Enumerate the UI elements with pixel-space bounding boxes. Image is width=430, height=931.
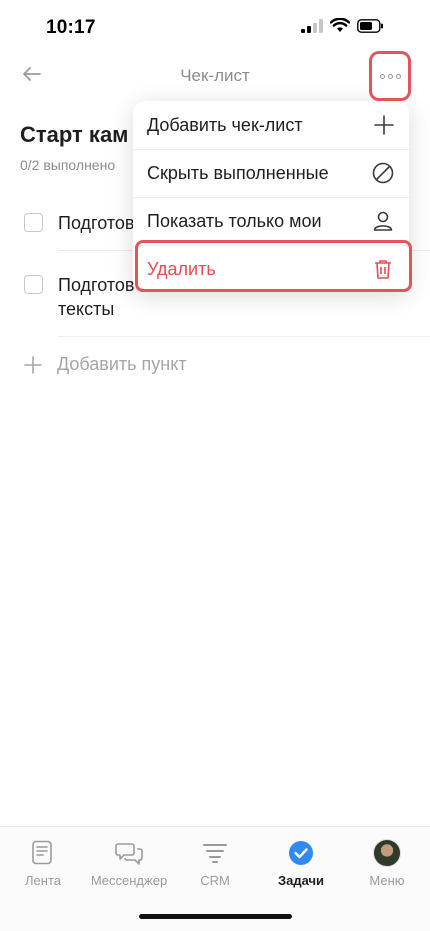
plus-icon — [24, 355, 42, 374]
wifi-icon — [330, 18, 350, 32]
user-icon — [373, 211, 393, 231]
tab-messenger[interactable]: Мессенджер — [86, 839, 172, 888]
status-icons — [301, 18, 384, 33]
checklist-title: Старт кам — [20, 122, 129, 147]
tab-label: Мессенджер — [90, 873, 168, 888]
tab-feed[interactable]: Лента — [0, 839, 86, 888]
menu-item-add-checklist[interactable]: Добавить чек-лист — [133, 101, 409, 149]
context-menu: Добавить чек-лист Скрыть выполненные Пок… — [133, 101, 409, 292]
more-button[interactable] — [369, 51, 411, 101]
tab-label: Меню — [369, 873, 405, 888]
messenger-icon — [115, 843, 143, 865]
nav-header: Чек-лист — [0, 56, 430, 96]
avatar — [373, 839, 401, 867]
menu-item-label: Скрыть выполненные — [147, 162, 329, 183]
trash-icon — [375, 260, 391, 279]
checkbox[interactable] — [24, 275, 43, 294]
status-time: 10:17 — [46, 17, 96, 38]
feed-icon — [32, 840, 52, 865]
menu-item-delete[interactable]: Удалить — [133, 245, 409, 293]
checklist-progress: 0/2 выполнено — [20, 157, 116, 173]
page-title: Чек-лист — [180, 66, 250, 85]
hide-icon — [372, 162, 394, 184]
add-item-label: Добавить пункт — [57, 354, 187, 374]
tasks-icon — [289, 841, 313, 865]
tab-label: CRM — [200, 873, 230, 888]
tab-label: Лента — [25, 873, 61, 888]
battery-icon — [357, 18, 383, 33]
plus-icon — [374, 115, 394, 135]
menu-item-label: Добавить чек-лист — [147, 114, 303, 135]
menu-item-hide-completed[interactable]: Скрыть выполненные — [133, 149, 409, 197]
menu-item-label: Показать только мои — [147, 210, 322, 231]
add-item-button[interactable]: Добавить пункт — [24, 354, 187, 375]
signal-icon — [301, 18, 323, 33]
menu-item-show-mine[interactable]: Показать только мои — [133, 197, 409, 245]
status-bar: 10:17 — [0, 0, 430, 56]
crm-icon — [203, 844, 227, 863]
more-icon — [379, 73, 401, 79]
tab-tasks[interactable]: Задачи — [258, 839, 344, 888]
menu-item-label: Удалить — [147, 258, 216, 279]
tab-crm[interactable]: CRM — [172, 839, 258, 888]
checkbox[interactable] — [24, 213, 43, 232]
divider — [58, 336, 430, 337]
tab-label: Задачи — [277, 873, 325, 888]
tab-menu[interactable]: Меню — [344, 839, 430, 888]
home-indicator — [139, 914, 292, 919]
